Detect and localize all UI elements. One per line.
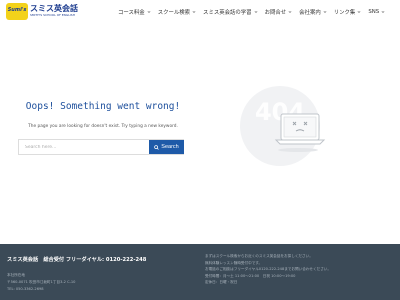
footer-info-line: お電話のご相談はフリーダイヤル0120-222-248までお問い合わせください。: [205, 267, 331, 272]
nav-item-label: スクール検索: [157, 10, 191, 16]
logo-badge: Sumi's: [6, 3, 28, 20]
footer-tel: TEL: 050-3362-2698: [7, 287, 44, 291]
logo-badge-text: Sumi's: [7, 7, 27, 13]
nav-item-learning[interactable]: スミス英会話の学習: [203, 6, 258, 18]
footer-info: まずはスクール検索からお近くのスミス英会話をお探しください。 無料体験レッスン随…: [205, 253, 395, 286]
error-message: The page you are looking for doesn't exi…: [28, 124, 178, 129]
nav-item-links[interactable]: リンク集: [334, 6, 362, 18]
chevron-down-icon: [381, 11, 385, 14]
nav-item-school-search[interactable]: スクール検索: [158, 6, 196, 18]
footer-address-label: 本社所在地: [7, 273, 25, 277]
chevron-down-icon: [357, 11, 361, 14]
nav-item-contact[interactable]: お問合せ: [265, 6, 293, 18]
footer-title: スミス英会話 総合受付 フリーダイヤル: 0120-222-248: [7, 257, 147, 263]
footer-info-line: 受付時間：月〜土 11:00〜21:00 日祝 10:00〜19:00: [205, 273, 296, 278]
site-footer: スミス英会話 総合受付 フリーダイヤル: 0120-222-248 本社所在地 …: [0, 244, 400, 300]
nav-item-label: お問合せ: [264, 10, 287, 16]
nav-item-label: 会社案内: [299, 10, 321, 16]
footer-address: 〒560-0071 吹田市江坂町1丁目3-2 C-10: [7, 280, 76, 284]
chevron-down-icon: [254, 11, 257, 14]
search-button[interactable]: Search: [149, 140, 184, 154]
chevron-down-icon: [192, 11, 196, 14]
nav-item-label: SNS: [368, 9, 380, 15]
main-nav: コース料金 スクール検索 スミス英会話の学習 お問合せ 会社案内 リンク集 SN…: [118, 6, 392, 18]
search-button-label: Search: [161, 144, 179, 150]
nav-item-label: リンク集: [333, 10, 356, 16]
search-icon: [154, 144, 160, 150]
footer-info-line: まずはスクール検索からお近くのスミス英会話をお探しください。: [205, 254, 313, 258]
laptop-icon: [274, 113, 326, 145]
nav-item-label: スミス英会話の学習: [203, 10, 252, 16]
chevron-down-icon: [323, 11, 327, 14]
footer-info-line: 定休日：日曜・祝日: [205, 280, 238, 285]
nav-item-label: コース料金: [118, 10, 145, 16]
site-header: Sumi's スミス英会話 SMITH'S SCHOOL OF ENGLISH …: [0, 0, 400, 24]
chevron-down-icon: [288, 11, 292, 14]
site-logo[interactable]: Sumi's スミス英会話 SMITH'S SCHOOL OF ENGLISH: [6, 3, 80, 20]
chevron-down-icon: [147, 11, 151, 14]
search-input[interactable]: [19, 140, 148, 154]
logo-sub-text: SMITH'S SCHOOL OF ENGLISH: [30, 13, 75, 17]
404-laptop-illustration: 404: [240, 86, 326, 166]
illustration-shadow: [278, 148, 318, 152]
error-title: Oops! Something went wrong!: [25, 101, 181, 112]
nav-item-course-fee[interactable]: コース料金: [118, 6, 151, 18]
nav-item-company[interactable]: 会社案内: [299, 6, 327, 18]
footer-info-line: 無料体験レッスン随時受付中です。: [205, 260, 263, 265]
nav-item-sns[interactable]: SNS: [368, 6, 385, 18]
search-form: Search: [18, 139, 184, 155]
